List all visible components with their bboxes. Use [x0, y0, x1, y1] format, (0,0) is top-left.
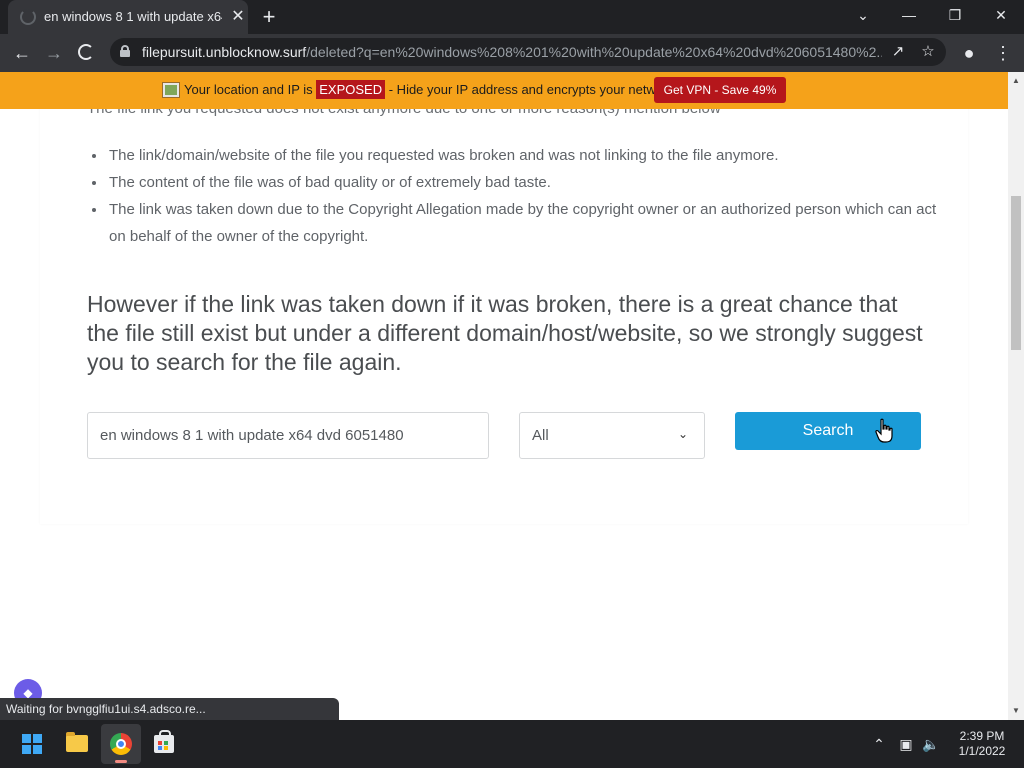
vertical-scrollbar[interactable]: ▲ ▼: [1008, 72, 1024, 720]
tab-title: en windows 8 1 with update x64: [44, 9, 222, 24]
active-indicator: [115, 760, 127, 763]
page-viewport: The file link you requested does not exi…: [0, 72, 1008, 720]
lock-icon[interactable]: [120, 45, 130, 57]
exposed-badge: EXPOSED: [316, 80, 386, 99]
search-suggestion-heading: However if the link was taken down if it…: [87, 291, 923, 375]
hand-cursor-icon: [875, 418, 893, 443]
search-input[interactable]: [87, 412, 489, 459]
get-vpn-button[interactable]: Get VPN - Save 49%: [654, 77, 786, 103]
chevron-down-icon: ⌄: [677, 427, 689, 441]
close-window-button[interactable]: ✕: [978, 0, 1024, 30]
windows-logo-icon: [22, 734, 42, 754]
store-button[interactable]: [144, 724, 184, 764]
scrollbar-thumb[interactable]: [1011, 196, 1021, 350]
list-item: The content of the file was of bad quali…: [107, 169, 937, 196]
forward-arrow-icon[interactable]: →: [41, 40, 67, 66]
taskbar: ⌃ ▣ 🔈 2:39 PM 1/1/2022: [0, 720, 1024, 768]
chrome-icon: [110, 733, 132, 755]
clock-date: 1/1/2022: [958, 744, 1006, 758]
vpn-banner-message: Your location and IP is EXPOSED - Hide y…: [184, 80, 706, 99]
volume-icon[interactable]: 🔈: [920, 732, 942, 756]
list-item: The link was taken down due to the Copyr…: [107, 196, 937, 250]
file-explorer-button[interactable]: [57, 724, 97, 764]
address-bar[interactable]: filepursuit.unblocknow.surf/deleted?q=en…: [110, 38, 946, 66]
system-clock[interactable]: 2:39 PM 1/1/2022: [952, 729, 1012, 759]
profile-avatar-icon[interactable]: ●: [956, 40, 982, 66]
location-flag-icon: [162, 82, 180, 98]
reasons-list: The link/domain/website of the file you …: [107, 142, 937, 250]
menu-kebab-icon[interactable]: ⋮: [990, 40, 1016, 66]
url-host: filepursuit.unblocknow.surf: [142, 44, 307, 60]
active-tab[interactable]: en windows 8 1 with update x64 ✕: [8, 0, 248, 34]
url-path: /deleted?q=en%20windows%208%201%20with%2…: [306, 44, 882, 60]
chrome-taskbar-button[interactable]: [101, 724, 141, 764]
banner-text-before: Your location and IP is: [184, 82, 317, 97]
category-selected-value: All: [532, 427, 549, 444]
folder-icon: [66, 732, 88, 752]
scroll-up-icon[interactable]: ▲: [1008, 74, 1024, 88]
tab-close-icon[interactable]: ✕: [228, 7, 248, 27]
network-icon[interactable]: ▣: [894, 732, 918, 756]
tab-search-icon[interactable]: ⌄: [840, 0, 886, 30]
tab-strip: en windows 8 1 with update x64 ✕ + ⌄ — ❐…: [0, 0, 1024, 34]
category-select[interactable]: All ⌄: [519, 412, 705, 459]
restore-button[interactable]: ❐: [932, 0, 978, 30]
status-bar: Waiting for bvngglfiu1ui.s4.adsco.re...: [0, 698, 339, 720]
start-button[interactable]: [12, 724, 52, 764]
scroll-down-icon[interactable]: ▼: [1008, 704, 1024, 718]
url-text[interactable]: filepursuit.unblocknow.surf/deleted?q=en…: [142, 44, 882, 60]
chevron-up-icon[interactable]: ⌃: [868, 732, 890, 756]
clock-time: 2:39 PM: [959, 729, 1005, 743]
vpn-ad-banner: Your location and IP is EXPOSED - Hide y…: [0, 72, 1008, 109]
stop-loading-icon[interactable]: [78, 44, 94, 60]
share-icon[interactable]: ↗: [888, 42, 908, 62]
loading-spinner-icon: [20, 9, 36, 25]
bookmark-star-icon[interactable]: ☆: [918, 42, 938, 62]
store-icon: [154, 730, 174, 753]
list-item: The link/domain/website of the file you …: [107, 142, 937, 169]
minimize-button[interactable]: —: [886, 0, 932, 30]
back-arrow-icon[interactable]: ←: [9, 40, 35, 66]
new-tab-button[interactable]: +: [256, 5, 282, 31]
